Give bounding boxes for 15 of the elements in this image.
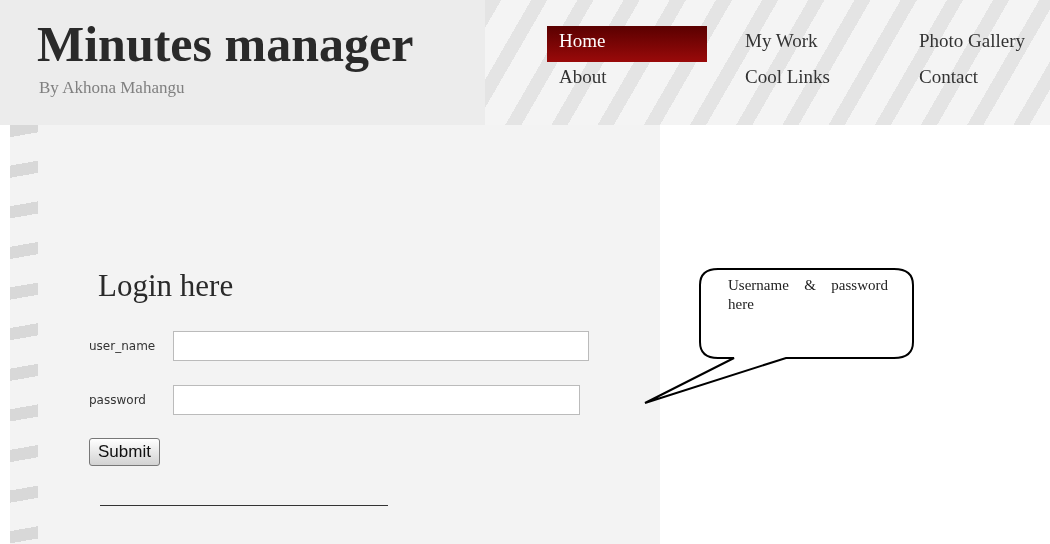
nav-link[interactable]: My Work	[733, 26, 893, 62]
submit-button[interactable]: Submit	[89, 438, 160, 466]
input-field[interactable]	[173, 385, 580, 415]
nav-link[interactable]: Photo Gallery	[907, 26, 1050, 62]
nav-link[interactable]: Home	[547, 26, 707, 62]
login-heading: Login here	[98, 268, 235, 304]
callout-text: Username & password here	[728, 276, 888, 314]
nav-link[interactable]: About	[547, 62, 707, 98]
site-byline: By Akhona Mahangu	[39, 78, 186, 98]
input-field[interactable]	[173, 331, 589, 361]
nav-link[interactable]: Cool Links	[733, 62, 893, 98]
site-title: Minutes manager	[37, 15, 415, 74]
nav-link[interactable]: Contact	[907, 62, 1050, 98]
field-label: password	[89, 393, 147, 407]
field-label: user_name	[89, 339, 157, 353]
